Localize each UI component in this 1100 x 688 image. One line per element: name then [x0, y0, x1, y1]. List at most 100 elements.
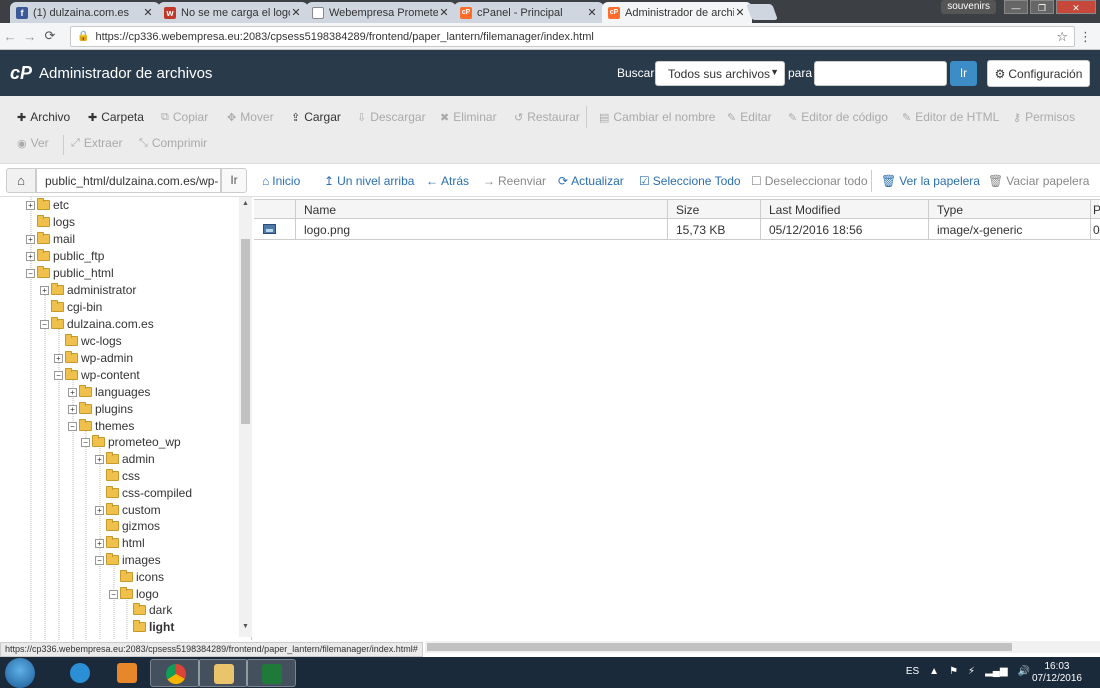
url-field[interactable]: 🔒 https://cp336.webempresa.eu:2083/cpses…	[70, 26, 1075, 47]
tree-folder-mail[interactable]: + mail	[26, 231, 75, 247]
col-type-header[interactable]: Type	[929, 200, 1091, 220]
minimize-icon[interactable]: —	[1004, 0, 1028, 14]
network-signal-icon[interactable]: ▂▄▆	[985, 666, 1007, 677]
new-folder-button[interactable]: ✚ Carpeta	[88, 110, 144, 124]
windows-start-icon[interactable]	[5, 658, 35, 688]
expand-toggle-icon[interactable]: +	[95, 454, 104, 464]
collapse-toggle-icon[interactable]: −	[26, 268, 35, 278]
scroll-up-icon[interactable]: ▲	[239, 200, 252, 207]
nav-view-trash-link[interactable]: 🗑 Ver la papelera	[881, 174, 980, 188]
view-button[interactable]: ◉ Ver	[17, 136, 49, 150]
new-file-button[interactable]: ✚ Archivo	[17, 110, 70, 124]
nav-empty-trash-link[interactable]: 🗑 Vaciar papelera	[988, 174, 1089, 188]
language-indicator[interactable]: ES	[906, 666, 919, 677]
power-icon[interactable]: ⚡	[968, 666, 975, 677]
tree-scrollbar-thumb[interactable]	[241, 239, 250, 424]
rename-button[interactable]: ▤ Cambiar el nombre	[599, 110, 715, 124]
path-go-button[interactable]: Ir	[221, 168, 247, 193]
tree-folder-images[interactable]: − images	[95, 552, 161, 568]
tree-folder-wp-content[interactable]: − wp-content	[54, 367, 140, 383]
tree-folder-prometeo-wp[interactable]: − prometeo_wp	[81, 434, 181, 450]
nav-forward-link[interactable]: → Reenviar	[483, 174, 546, 188]
search-go-button[interactable]: Ir	[950, 61, 977, 86]
tree-folder-public-ftp[interactable]: + public_ftp	[26, 248, 104, 264]
browser-tab-filemanager[interactable]: cP Administrador de archivo ✕	[602, 2, 752, 23]
tree-folder-css[interactable]: css	[95, 468, 140, 484]
volume-icon[interactable]: 🔊	[1018, 666, 1030, 677]
expand-toggle-icon[interactable]: +	[26, 234, 35, 244]
permissions-button[interactable]: ⚷ Permisos	[1013, 110, 1075, 124]
taskbar-excel[interactable]	[246, 659, 296, 687]
tray-expand-icon[interactable]: ▲	[929, 666, 939, 677]
tab-close-icon[interactable]: ✕	[290, 6, 302, 19]
tree-folder-custom[interactable]: + custom	[95, 502, 161, 518]
tree-folder-etc[interactable]: + etc	[26, 197, 69, 213]
tree-folder-dark[interactable]: dark	[122, 602, 172, 618]
collapse-toggle-icon[interactable]: −	[54, 370, 63, 380]
copy-button[interactable]: ⧉ Copiar	[161, 110, 208, 124]
col-permissions-header[interactable]: P	[1091, 200, 1100, 220]
new-tab-button[interactable]	[746, 4, 778, 20]
tree-folder-gizmos[interactable]: gizmos	[95, 518, 160, 534]
nav-select-all-link[interactable]: ☑ Seleccione Todo	[639, 174, 741, 188]
action-center-flag-icon[interactable]: ⚑	[949, 666, 958, 677]
taskbar-file-explorer[interactable]	[198, 659, 248, 687]
user-profile-badge[interactable]: souvenirs	[941, 0, 996, 14]
nav-reload-link[interactable]: ⟳ Actualizar	[558, 174, 624, 188]
taskbar-internet-explorer[interactable]	[55, 659, 105, 687]
tree-folder-admin[interactable]: + admin	[95, 451, 155, 467]
expand-toggle-icon[interactable]: +	[68, 404, 77, 414]
nav-home-link[interactable]: ⌂ Inicio	[262, 174, 300, 188]
delete-button[interactable]: ✖ Eliminar	[440, 110, 497, 124]
code-editor-button[interactable]: ✎ Editor de código	[788, 110, 888, 124]
horizontal-scrollbar-thumb[interactable]	[427, 643, 1012, 651]
expand-toggle-icon[interactable]: +	[26, 200, 35, 210]
nav-back-link[interactable]: ← Atrás	[426, 174, 469, 188]
scroll-down-icon[interactable]: ▼	[239, 623, 252, 630]
close-window-icon[interactable]: ✕	[1056, 0, 1096, 14]
tree-folder-logs[interactable]: logs	[26, 214, 75, 230]
expand-toggle-icon[interactable]: +	[95, 538, 104, 548]
expand-toggle-icon[interactable]: +	[26, 251, 35, 261]
forward-arrow-icon[interactable]: →	[20, 29, 40, 44]
move-button[interactable]: ✥ Mover	[227, 110, 274, 124]
search-scope-select[interactable]: Todos sus archivos ▼	[655, 61, 785, 86]
back-arrow-icon[interactable]: ←	[0, 29, 20, 44]
tree-folder-languages[interactable]: + languages	[68, 384, 150, 400]
collapse-toggle-icon[interactable]: −	[68, 421, 77, 431]
expand-toggle-icon[interactable]: +	[54, 353, 63, 363]
browser-menu-icon[interactable]: ⋮	[1079, 29, 1092, 45]
tree-folder-icons[interactable]: icons	[109, 569, 164, 585]
taskbar-media-player[interactable]	[102, 659, 152, 687]
tree-scrollbar[interactable]: ▲ ▼	[239, 197, 252, 637]
col-modified-header[interactable]: Last Modified	[761, 200, 929, 220]
file-list-horizontal-scrollbar[interactable]	[425, 641, 1100, 653]
tree-folder-themes[interactable]: − themes	[68, 418, 134, 434]
search-input[interactable]	[814, 61, 947, 86]
tab-close-icon[interactable]: ✕	[438, 6, 450, 19]
settings-button[interactable]: ⚙ Configuración	[987, 60, 1090, 87]
tab-close-icon[interactable]: ✕	[142, 6, 154, 19]
cpanel-logo[interactable]: cP	[10, 63, 32, 84]
browser-tab-facebook[interactable]: f (1) dulzaina.com.es ✕	[10, 2, 160, 23]
collapse-toggle-icon[interactable]: −	[109, 589, 118, 599]
expand-toggle-icon[interactable]: +	[40, 285, 49, 295]
compress-button[interactable]: ⤡ Comprimir	[139, 136, 207, 150]
tree-folder-plugins[interactable]: + plugins	[68, 401, 133, 417]
path-input[interactable]: public_html/dulzaina.com.es/wp-	[36, 168, 221, 193]
taskbar-chrome[interactable]	[150, 659, 200, 687]
collapse-toggle-icon[interactable]: −	[95, 555, 104, 565]
browser-tab-webempresa[interactable]: Webempresa Prometeo ✕	[306, 2, 456, 23]
restore-button[interactable]: ↺ Restaurar	[514, 110, 580, 124]
html-editor-button[interactable]: ✎ Editor de HTML	[902, 110, 999, 124]
collapse-toggle-icon[interactable]: −	[40, 319, 49, 329]
tree-folder-dulzaina[interactable]: − dulzaina.com.es	[40, 316, 154, 332]
bookmark-star-icon[interactable]: ☆	[1056, 29, 1068, 45]
nav-deselect-all-link[interactable]: ☐ Deseleccionar todo	[751, 174, 868, 188]
tab-close-icon[interactable]: ✕	[734, 6, 746, 19]
home-button[interactable]: ⌂	[6, 168, 36, 193]
tree-folder-public-html[interactable]: − public_html	[26, 265, 114, 281]
maximize-icon[interactable]: ❐	[1030, 0, 1054, 14]
collapse-toggle-icon[interactable]: −	[81, 437, 90, 447]
file-name-cell[interactable]: logo.png	[296, 219, 668, 240]
